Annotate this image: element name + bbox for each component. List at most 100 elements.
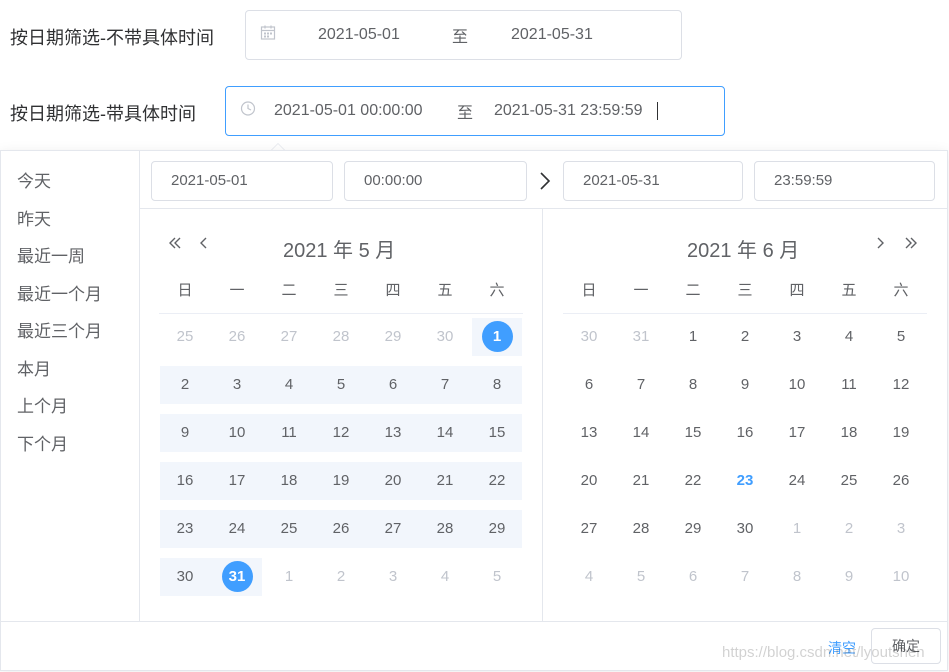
shortcut-today[interactable]: 今天	[17, 167, 51, 192]
end-time-input[interactable]: 23:59:59	[754, 161, 935, 201]
calendar-day[interactable]: 7	[615, 366, 667, 404]
calendar-day[interactable]: 4	[823, 318, 875, 356]
calendar-day[interactable]: 9	[719, 366, 771, 404]
shortcut-last-three-months[interactable]: 最近三个月	[17, 317, 102, 342]
calendar-day[interactable]: 29	[471, 510, 523, 548]
calendar-day[interactable]: 16	[159, 462, 211, 500]
calendar-day[interactable]: 25	[823, 462, 875, 500]
calendar-day[interactable]: 11	[823, 366, 875, 404]
calendar-day[interactable]: 12	[875, 366, 927, 404]
calendar-day[interactable]: 23	[719, 462, 771, 500]
calendar-day[interactable]: 2	[159, 366, 211, 404]
calendar-day[interactable]: 13	[367, 414, 419, 452]
calendar-day[interactable]: 27	[563, 510, 615, 548]
weekday-divider	[159, 313, 523, 314]
shortcut-next-month[interactable]: 下个月	[17, 430, 68, 455]
calendar-day[interactable]: 1	[471, 318, 523, 356]
shortcut-last-month[interactable]: 最近一个月	[17, 280, 102, 305]
calendar-day[interactable]: 14	[615, 414, 667, 452]
calendar-day[interactable]: 11	[263, 414, 315, 452]
calendar-day[interactable]: 20	[367, 462, 419, 500]
calendar-day[interactable]: 15	[667, 414, 719, 452]
calendar-day[interactable]: 6	[367, 366, 419, 404]
range-end-value[interactable]: 2021-05-31 23:59:59	[494, 102, 643, 120]
calendar-day[interactable]: 4	[263, 366, 315, 404]
left-weekday-3: 三	[333, 282, 349, 299]
prev-year-button[interactable]	[167, 235, 183, 256]
calendar-day[interactable]: 10	[771, 366, 823, 404]
calendar-day[interactable]: 30	[719, 510, 771, 548]
calendar-day[interactable]: 20	[563, 462, 615, 500]
calendar-day[interactable]: 3	[771, 318, 823, 356]
calendar-day-outside: 2	[336, 568, 346, 585]
calendar-day[interactable]: 30	[159, 558, 211, 596]
calendar-day[interactable]: 28	[419, 510, 471, 548]
calendar-day[interactable]: 22	[667, 462, 719, 500]
range-start-value[interactable]: 2021-05-01	[318, 26, 400, 44]
calendar-day[interactable]: 22	[471, 462, 523, 500]
left-month-title: 2021 年 5 月	[283, 240, 396, 262]
calendar-day[interactable]: 17	[771, 414, 823, 452]
clock-icon	[240, 101, 256, 122]
calendar-day[interactable]: 9	[159, 414, 211, 452]
end-date-input[interactable]: 2021-05-31	[563, 161, 743, 201]
calendar-day[interactable]: 26	[315, 510, 367, 548]
filter1-label: 按日期筛选-不带具体时间	[10, 28, 214, 48]
start-date-input[interactable]: 2021-05-01	[151, 161, 333, 201]
next-month-button[interactable]	[875, 235, 887, 256]
left-weekday-5: 五	[437, 282, 453, 299]
right-weekday-4: 四	[789, 282, 805, 299]
calendar-day[interactable]: 24	[211, 510, 263, 548]
range-start-value[interactable]: 2021-05-01 00:00:00	[274, 102, 423, 120]
calendar-day-outside: 1	[792, 520, 802, 537]
calendar-day[interactable]: 24	[771, 462, 823, 500]
calendar-day[interactable]: 8	[667, 366, 719, 404]
calendar-day[interactable]: 19	[875, 414, 927, 452]
calendar-day[interactable]: 26	[875, 462, 927, 500]
calendar-day[interactable]: 5	[875, 318, 927, 356]
calendar-day[interactable]: 12	[315, 414, 367, 452]
calendar-day[interactable]: 27	[367, 510, 419, 548]
calendar-day[interactable]: 28	[615, 510, 667, 548]
calendar-day[interactable]: 5	[315, 366, 367, 404]
right-weekday-3: 三	[737, 282, 753, 299]
prev-month-button[interactable]	[197, 235, 209, 256]
left-weekday-4: 四	[385, 282, 401, 299]
shortcut-yesterday[interactable]: 昨天	[17, 205, 51, 230]
right-month-title: 2021 年 6 月	[687, 240, 800, 262]
shortcut-last-week[interactable]: 最近一周	[17, 242, 85, 267]
calendar-day[interactable]: 10	[211, 414, 263, 452]
calendar-day[interactable]: 8	[471, 366, 523, 404]
double-chevron-left-icon	[169, 237, 181, 249]
date-range-input[interactable]: 2021-05-01 至 2021-05-31	[245, 10, 682, 60]
calendar-day[interactable]: 3	[211, 366, 263, 404]
calendar-day[interactable]: 19	[315, 462, 367, 500]
shortcut-this-month[interactable]: 本月	[17, 355, 51, 380]
calendar-day-outside: 1	[284, 568, 294, 585]
calendar-day[interactable]: 15	[471, 414, 523, 452]
calendar-day[interactable]: 18	[823, 414, 875, 452]
range-end-value[interactable]: 2021-05-31	[511, 26, 593, 44]
right-weekday-2: 二	[685, 282, 701, 299]
calendar-day[interactable]: 13	[563, 414, 615, 452]
calendar-day[interactable]: 1	[667, 318, 719, 356]
text-caret	[657, 102, 658, 120]
calendar-day[interactable]: 2	[719, 318, 771, 356]
calendar-day-outside: 25	[176, 328, 194, 345]
calendar-day[interactable]: 17	[211, 462, 263, 500]
calendar-day[interactable]: 29	[667, 510, 719, 548]
calendar-day[interactable]: 18	[263, 462, 315, 500]
datetime-range-input[interactable]: 2021-05-01 00:00:00 至 2021-05-31 23:59:5…	[225, 86, 725, 136]
calendar-day[interactable]: 21	[615, 462, 667, 500]
calendar-day[interactable]: 25	[263, 510, 315, 548]
next-year-button[interactable]	[903, 235, 919, 256]
calendar-day[interactable]: 23	[159, 510, 211, 548]
calendar-day[interactable]: 6	[563, 366, 615, 404]
calendar-day[interactable]: 31	[211, 558, 263, 596]
calendar-day[interactable]: 16	[719, 414, 771, 452]
calendar-day[interactable]: 14	[419, 414, 471, 452]
shortcut-previous-month[interactable]: 上个月	[17, 392, 68, 417]
calendar-day[interactable]: 21	[419, 462, 471, 500]
start-time-input[interactable]: 00:00:00	[344, 161, 527, 201]
calendar-day[interactable]: 7	[419, 366, 471, 404]
